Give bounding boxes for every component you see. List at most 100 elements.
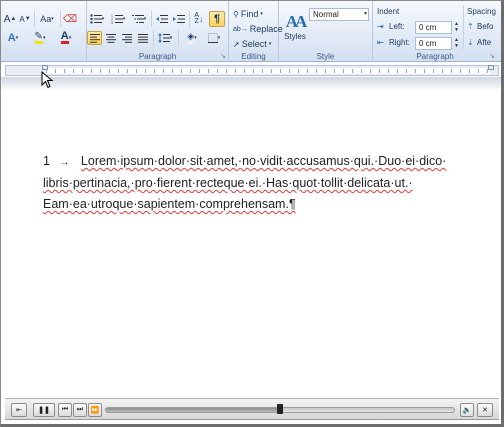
increase-indent-icon <box>173 15 185 23</box>
speaker-icon: 🔈 <box>462 407 472 414</box>
highlight-color-button[interactable]: ✎ ▾ <box>29 31 51 45</box>
replace-icon: ab→ <box>233 25 248 33</box>
volume-button[interactable]: 🔈 <box>460 403 474 417</box>
horizontal-ruler[interactable] <box>5 65 499 76</box>
exit-icon: ⇤ <box>16 407 22 414</box>
indent-dialog-launcher[interactable]: ↘ <box>489 52 495 60</box>
paint-bucket-icon: ◈ <box>187 32 195 44</box>
fullscreen-button[interactable]: ✕ <box>477 403 493 417</box>
grow-font-button[interactable]: A ▲ <box>3 12 17 26</box>
align-right-button[interactable] <box>119 31 134 45</box>
numbering-icon: 123 <box>111 14 123 24</box>
document-line-3: Eam·ea·utroque·sapientem·comprehensam.¶ <box>43 194 463 215</box>
font-color-icon: A <box>60 30 69 44</box>
grow-font-icon: A <box>3 13 11 25</box>
binoculars-icon: ⚲ <box>233 9 239 19</box>
chevron-down-icon: ▾ <box>363 11 367 17</box>
font-color-button[interactable]: A ▾ <box>55 31 77 45</box>
multilevel-list-icon <box>131 15 144 23</box>
exit-button[interactable]: ⇤ <box>11 403 27 417</box>
indent-left-label: Left: <box>389 22 405 31</box>
document-line-2: libris·pertinacia,·pro·fierent·recteque·… <box>43 173 463 194</box>
text-effects-icon: A <box>7 32 16 44</box>
pilcrow-icon: ¶ <box>213 13 221 25</box>
spacing-before-label: Befo <box>477 22 494 31</box>
style-select[interactable]: Normal ▾ <box>309 8 369 21</box>
indent-left-input[interactable]: 0 cm <box>415 21 452 34</box>
show-formatting-marks-button[interactable]: ¶ <box>209 11 225 27</box>
find-button[interactable]: ⚲ Find ▾ <box>232 7 276 21</box>
numbering-button[interactable]: 1 2 3 ▾ <box>108 12 128 26</box>
paragraph-text-line: Lorem·ipsum·dolor·sit·amet,·no·vidit·acc… <box>80 154 447 168</box>
paragraph-group: ▾ 1 2 3 ▾ ▾ A Z ↓ ¶ ▾ ◈ ▾ ▾ Paragraph ↘ <box>87 1 229 62</box>
shrink-font-button[interactable]: A ▼ <box>18 12 32 26</box>
pause-button[interactable]: ❚❚ <box>33 403 55 417</box>
svg-text:3: 3 <box>111 21 113 24</box>
multilevel-list-button[interactable]: ▾ <box>129 12 149 26</box>
clear-formatting-icon: ⌫ <box>62 13 78 25</box>
justify-icon <box>137 33 148 43</box>
paragraph-group-label: Paragraph <box>138 52 177 61</box>
indent-right-spinner[interactable]: ▲ ▼ <box>453 37 460 50</box>
indent-spacing-group: Indent ⇥ Left: 0 cm ▲ ▼ ⇤ Right: 0 cm ▲ ▼ … <box>373 1 501 62</box>
ruler-ticks <box>46 69 490 73</box>
clear-formatting-button[interactable]: ⌫ <box>63 12 77 26</box>
borders-button[interactable]: ▾ <box>204 31 224 45</box>
increase-indent-button[interactable] <box>171 12 187 26</box>
styles-button[interactable]: AA Styles <box>282 7 308 45</box>
next-button[interactable]: ⏭ <box>73 403 87 417</box>
replace-label: Replace <box>249 24 283 34</box>
seek-bar[interactable] <box>105 404 455 414</box>
list-number: 1 <box>43 154 50 168</box>
line-spacing-button[interactable]: ▾ <box>155 31 175 45</box>
editing-group: ⚲ Find ▾ ab→ Replace ➚ Select ▾ Editing <box>229 1 283 62</box>
indent-right-label: Right: <box>389 38 410 47</box>
editing-group-label: Editing <box>241 52 266 61</box>
paragraph-text-line: Eam·ea·utroque·sapientem·comprehensam.¶ <box>43 197 296 211</box>
style-group: AA Styles Normal ▾ Style <box>279 1 373 62</box>
styles-label: Styles <box>284 31 306 41</box>
sort-button[interactable]: A Z ↓ <box>192 12 206 26</box>
fast-forward-icon: ⏩ <box>90 407 100 414</box>
spin-down-icon: ▼ <box>454 27 459 33</box>
find-label: Find <box>240 9 259 19</box>
decrease-indent-button[interactable] <box>154 12 170 26</box>
fast-forward-button[interactable]: ⏩ <box>88 403 102 417</box>
bullets-icon <box>90 14 102 24</box>
seek-handle[interactable] <box>277 404 283 414</box>
ruler-shadow <box>1 77 501 91</box>
window-frame: A ▲ A ▼ Aa ▾ ⌫ A ▾ ✎ ▾ A ▾ ▾ 1 2 3 ▾ ▾ A… <box>0 0 504 427</box>
previous-button[interactable]: ⏮ <box>58 403 72 417</box>
spin-down-icon: ▼ <box>454 43 459 49</box>
text-effects-button[interactable]: A ▾ <box>3 31 23 45</box>
spacing-before-icon: ⇡ <box>467 22 474 31</box>
indent-left-spinner[interactable]: ▲ ▼ <box>453 21 460 34</box>
justify-button[interactable] <box>135 31 150 45</box>
right-indent-marker[interactable] <box>488 65 494 70</box>
previous-icon: ⏮ <box>61 406 69 413</box>
indent-right-input[interactable]: 0 cm <box>415 37 452 50</box>
paragraph-dialog-launcher[interactable]: ↘ <box>220 52 226 60</box>
align-left-button[interactable] <box>87 31 102 45</box>
tab-mark: → <box>59 157 70 168</box>
replace-button[interactable]: ab→ Replace <box>232 22 283 36</box>
shading-button[interactable]: ◈ ▾ <box>182 31 202 45</box>
align-center-button[interactable] <box>103 31 118 45</box>
bullets-button[interactable]: ▾ <box>87 12 107 26</box>
close-icon: ✕ <box>482 407 488 414</box>
next-icon: ⏭ <box>76 406 84 413</box>
line-spacing-icon <box>157 33 170 43</box>
spacing-title: Spacing <box>467 7 496 16</box>
select-button[interactable]: ➚ Select ▾ <box>232 37 276 51</box>
document-body[interactable]: 1 → Lorem·ipsum·dolor·sit·amet,·no·vidit… <box>43 151 463 215</box>
spacing-after-label: Afte <box>477 38 492 47</box>
spacing-after-icon: ⇣ <box>467 38 474 47</box>
first-line-indent-marker[interactable] <box>42 65 48 70</box>
change-case-button[interactable]: Aa ▾ <box>37 12 57 26</box>
style-select-value: Normal <box>313 10 339 19</box>
decrease-indent-icon <box>156 15 168 23</box>
change-case-icon: Aa <box>40 14 52 24</box>
ribbon: A ▲ A ▼ Aa ▾ ⌫ A ▾ ✎ ▾ A ▾ ▾ 1 2 3 ▾ ▾ A… <box>1 1 501 62</box>
mouse-pointer-icon <box>41 71 54 89</box>
indent-title: Indent <box>377 7 400 16</box>
